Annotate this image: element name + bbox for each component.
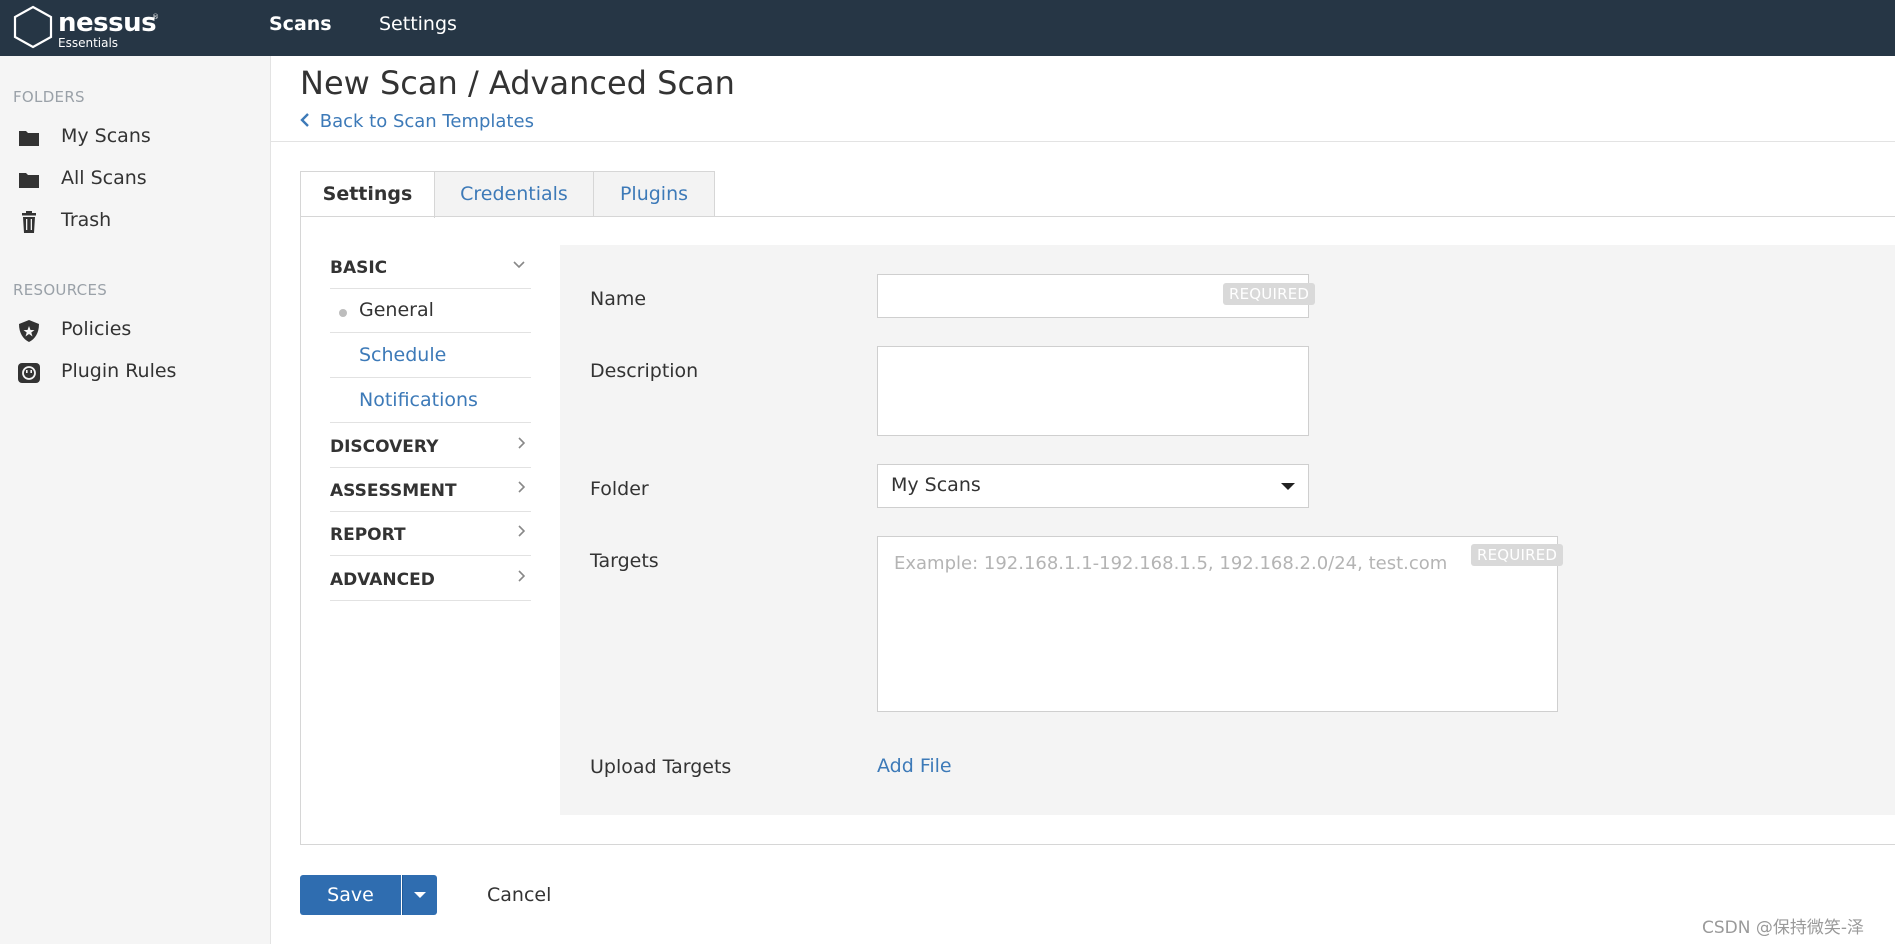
chevron-right-icon [517, 570, 526, 586]
targets-required-badge: REQUIRED [1471, 544, 1564, 566]
upload-targets-label: Upload Targets [590, 756, 732, 778]
caret-down-icon [1281, 483, 1295, 490]
sidebar: FOLDERS My Scans All Scans Trash RESOURC… [0, 56, 271, 944]
sidebar-item-all-scans[interactable]: All Scans [0, 159, 270, 199]
tab-credentials[interactable]: Credentials [434, 171, 594, 216]
subnav-basic-label: BASIC [330, 258, 388, 278]
chevron-right-icon [517, 525, 526, 541]
subnav-assessment-label: ASSESSMENT [330, 481, 457, 501]
sidebar-item-label: Trash [61, 209, 112, 231]
subnav-assessment[interactable]: ASSESSMENT [330, 468, 531, 512]
description-label: Description [590, 360, 699, 382]
chevron-right-icon [517, 481, 526, 497]
tab-settings[interactable]: Settings [300, 171, 435, 218]
chevron-left-icon [300, 111, 314, 132]
targets-label: Targets [590, 550, 659, 572]
trash-icon [22, 211, 36, 233]
sidebar-item-label: Policies [61, 318, 132, 340]
subnav-report-label: REPORT [330, 525, 406, 545]
targets-textarea[interactable]: Example: 192.168.1.1-192.168.1.5, 192.16… [877, 536, 1558, 712]
topnav-scans[interactable]: Scans [269, 13, 332, 35]
folder-select[interactable]: My Scans [877, 464, 1309, 508]
hexagon-logo-icon [13, 5, 53, 49]
sidebar-item-label: Plugin Rules [61, 360, 177, 382]
subnav-general[interactable]: General [330, 289, 531, 333]
sidebar-item-label: My Scans [61, 125, 151, 147]
cancel-button[interactable]: Cancel [487, 884, 551, 906]
subnav-schedule[interactable]: Schedule [330, 334, 531, 378]
resources-heading: RESOURCES [13, 281, 108, 299]
subnav-notifications-label: Notifications [359, 389, 478, 411]
brand-name: nessus [58, 8, 157, 38]
back-to-templates-link[interactable]: Back to Scan Templates [300, 111, 534, 132]
brand-edition: Essentials [58, 36, 119, 50]
header-divider [270, 141, 1895, 142]
sidebar-item-policies[interactable]: Policies [0, 310, 270, 350]
subnav-advanced[interactable]: ADVANCED [330, 557, 531, 601]
subnav-discovery-label: DISCOVERY [330, 437, 439, 457]
folder-icon [19, 173, 39, 188]
targets-placeholder: Example: 192.168.1.1-192.168.1.5, 192.16… [894, 553, 1448, 574]
folders-heading: FOLDERS [13, 88, 85, 106]
subnav-report[interactable]: REPORT [330, 512, 531, 556]
folder-icon [19, 131, 39, 146]
brand-trademark: ® [152, 13, 159, 21]
save-button[interactable]: Save [300, 875, 401, 915]
chevron-right-icon [517, 437, 526, 453]
sidebar-item-trash[interactable]: Trash [0, 201, 270, 241]
back-link-label: Back to Scan Templates [319, 111, 534, 132]
subnav-basic[interactable]: BASIC [330, 245, 531, 289]
subnav-general-label: General [359, 299, 434, 321]
sidebar-item-label: All Scans [61, 167, 147, 189]
subnav-schedule-label: Schedule [359, 344, 447, 366]
topnav-settings[interactable]: Settings [379, 13, 457, 35]
subnav-notifications[interactable]: Notifications [330, 379, 531, 423]
watermark-text: CSDN @保持微笑-泽 [1702, 918, 1865, 938]
caret-down-icon [414, 892, 426, 898]
tab-plugins[interactable]: Plugins [593, 171, 715, 216]
general-settings-form [560, 245, 1895, 815]
top-bar: nessus ® Essentials Scans Settings [0, 0, 1895, 56]
name-label: Name [590, 288, 647, 310]
add-file-link[interactable]: Add File [877, 755, 952, 777]
folder-label: Folder [590, 478, 649, 500]
shield-icon [19, 320, 39, 342]
nessus-logo[interactable]: nessus ® Essentials [12, 5, 162, 51]
save-options-dropdown[interactable] [402, 875, 437, 915]
folder-select-value: My Scans [891, 474, 981, 496]
plugin-rules-icon [18, 363, 40, 383]
sidebar-item-my-scans[interactable]: My Scans [0, 117, 270, 157]
chevron-down-icon [513, 258, 525, 274]
current-indicator-dot [339, 309, 347, 317]
page-title: New Scan / Advanced Scan [300, 64, 735, 102]
subnav-advanced-label: ADVANCED [330, 570, 435, 590]
description-textarea[interactable] [877, 346, 1309, 436]
subnav-discovery[interactable]: DISCOVERY [330, 424, 531, 468]
name-required-badge: REQUIRED [1223, 283, 1316, 305]
sidebar-item-plugin-rules[interactable]: Plugin Rules [0, 352, 270, 392]
